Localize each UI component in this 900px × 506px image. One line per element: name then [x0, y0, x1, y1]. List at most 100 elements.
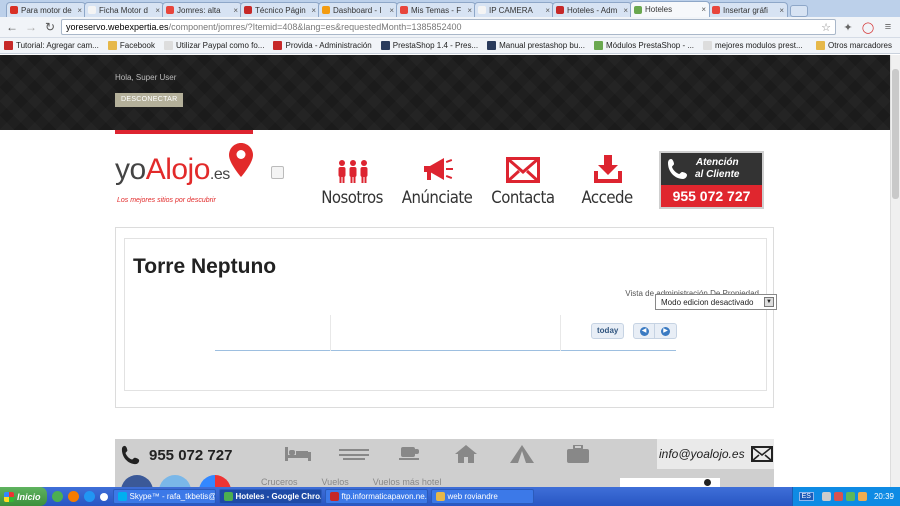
tray-network-icon[interactable]	[845, 492, 855, 501]
footer-email[interactable]: info@yoalojo.es	[657, 439, 774, 469]
tab-close-icon[interactable]: ×	[233, 6, 238, 15]
bookmark-item[interactable]: Facebook	[107, 41, 155, 50]
tab-close-icon[interactable]: ×	[701, 5, 706, 14]
browser-tab[interactable]: Insertar gráfi ×	[708, 2, 788, 17]
taskbar-window-button[interactable]: web roviandre	[430, 489, 534, 504]
luggage-icon[interactable]	[563, 445, 593, 463]
bookmark-item[interactable]: Tutorial: Agregar cam...	[4, 41, 99, 50]
url-path: /component/jomres/?Itemid=408&lang=es&re…	[168, 22, 462, 32]
calendar-today-button[interactable]: today	[591, 323, 625, 339]
tab-favicon-icon	[322, 6, 330, 14]
nav-item-nosotros[interactable]: Nosotros	[310, 153, 395, 208]
chrome-icon[interactable]	[51, 491, 63, 502]
bookmark-item[interactable]: mejores modulos prest...	[703, 41, 803, 50]
nav-item-accede[interactable]: Accede	[565, 153, 650, 208]
bed-icon[interactable]	[283, 445, 313, 463]
bookmark-item[interactable]: Módulos PrestaShop - ...	[593, 41, 694, 50]
bookmark-item[interactable]: PrestaShop 1.4 - Pres...	[380, 41, 478, 50]
calendar-next-button[interactable]: ▶	[655, 323, 677, 339]
bookmark-favicon-icon	[703, 41, 713, 50]
nav-label: Anúnciate	[402, 188, 473, 208]
tab-close-icon[interactable]: ×	[545, 6, 550, 15]
browser-tab[interactable]: Dashboard - I ×	[318, 2, 398, 17]
google-icon[interactable]	[199, 475, 231, 487]
tent-icon[interactable]	[507, 445, 537, 463]
tab-close-icon[interactable]: ×	[155, 6, 160, 15]
extension-icon[interactable]: ✦	[840, 19, 856, 35]
tray-antivirus-icon[interactable]	[833, 492, 843, 501]
phone-icon	[121, 445, 140, 465]
firefox-icon[interactable]	[67, 491, 79, 502]
footer-link-vuelos-hotel[interactable]: Vuelos más hotel	[373, 477, 442, 487]
browser-tab[interactable]: Jomres: alta ×	[162, 2, 242, 17]
taskbar-window-button[interactable]: ftp.informaticapavon.ne...	[324, 489, 428, 504]
property-title: Torre Neptuno	[133, 255, 277, 278]
menu-icon[interactable]: ≡	[880, 19, 896, 35]
tab-label: Mis Temas - F	[411, 5, 462, 15]
reload-icon[interactable]: ↻	[42, 19, 58, 35]
start-button[interactable]: Inicio	[0, 487, 47, 506]
ie-icon[interactable]	[83, 491, 95, 502]
tab-close-icon[interactable]: ×	[623, 6, 628, 15]
other-bookmarks[interactable]: Otros marcadores	[815, 41, 892, 50]
page-scrollbar[interactable]	[890, 55, 900, 487]
nav-label: Accede	[581, 188, 634, 208]
browser-tab[interactable]: Ficha Motor d ×	[84, 2, 164, 17]
tray-volume-icon[interactable]	[857, 492, 867, 501]
people-icon	[338, 160, 367, 183]
forward-arrow-icon[interactable]: →	[23, 19, 39, 35]
browser-tab[interactable]: IP CAMERA ×	[474, 2, 554, 17]
tray-arrow-icon[interactable]	[821, 492, 831, 501]
browser-tab[interactable]: Hoteles - Adm ×	[552, 2, 632, 17]
nav-item-anunciate[interactable]: Anúnciate	[395, 153, 480, 208]
tab-favicon-icon	[556, 6, 564, 14]
user-greeting: Hola, Super User	[115, 73, 177, 82]
footer-phone-number: 955 072 727	[149, 446, 233, 464]
nav-item-contacta[interactable]: Contacta	[480, 153, 565, 208]
coffee-icon[interactable]	[395, 445, 425, 463]
back-arrow-icon[interactable]: ←	[4, 19, 20, 35]
address-bar[interactable]: yoreservo.webexpertia.es /component/jomr…	[61, 19, 836, 35]
bookmark-item[interactable]: Manual prestashop bu...	[487, 41, 585, 50]
scrollbar-thumb[interactable]	[892, 69, 899, 199]
twitter-icon[interactable]	[159, 475, 191, 487]
bookmark-item[interactable]: Provida - Administración	[273, 41, 372, 50]
calendar-prev-button[interactable]: ◀	[633, 323, 655, 339]
new-tab-button[interactable]	[790, 5, 808, 17]
language-indicator[interactable]: ES	[798, 492, 814, 501]
tab-close-icon[interactable]: ×	[467, 6, 472, 15]
site-logo[interactable]: yoAlojo.es Los mejores sitios por descub…	[115, 143, 265, 209]
browser-tab[interactable]: Técnico Págin ×	[240, 2, 320, 17]
tab-close-icon[interactable]: ×	[311, 6, 316, 15]
bookmark-star-icon[interactable]: ☆	[821, 21, 831, 34]
bookmark-label: Provida - Administración	[285, 41, 372, 50]
tab-close-icon[interactable]: ×	[389, 6, 394, 15]
customer-service-box[interactable]: Atención al Cliente 955 072 727	[659, 151, 764, 209]
nav-label: Contacta	[490, 188, 555, 208]
browser-tab[interactable]: Hoteles ×	[630, 1, 710, 17]
tab-close-icon[interactable]: ×	[779, 6, 784, 15]
footer-link-cruceros[interactable]: Cruceros	[261, 477, 298, 487]
footer-link-vuelos[interactable]: Vuelos	[322, 477, 349, 487]
windows-flag-icon	[4, 491, 14, 502]
tab-close-icon[interactable]: ×	[77, 6, 82, 15]
logo-wordmark: yoAlojo.es	[115, 153, 230, 187]
edit-mode-select[interactable]: Modo edicion desactivado ▼	[655, 294, 777, 310]
home-icon[interactable]	[451, 445, 481, 463]
lock-icon[interactable]	[271, 166, 284, 179]
taskbar-window-button[interactable]: Hoteles - Google Chro...	[218, 489, 322, 504]
tab-favicon-icon	[88, 6, 96, 14]
bookmark-favicon-icon	[380, 41, 390, 50]
opera-extension-icon[interactable]: ◯	[860, 19, 876, 35]
browser-tab[interactable]: Mis Temas - F ×	[396, 2, 476, 17]
facebook-icon[interactable]	[121, 475, 153, 487]
expand-icon[interactable]	[99, 492, 108, 501]
logout-button[interactable]: DESCONECTAR	[115, 93, 184, 107]
browser-tab[interactable]: Para motor de ×	[6, 2, 86, 17]
taskbar-window-label: ftp.informaticapavon.ne...	[341, 492, 428, 501]
tab-favicon-icon	[478, 6, 486, 14]
restaurant-icon[interactable]	[339, 445, 369, 463]
bookmark-item[interactable]: Utilizar Paypal como fo...	[164, 41, 264, 50]
taskbar-window-button[interactable]: Skype™ - rafa_tkbetis@...	[112, 489, 216, 504]
customer-service-line2: al Cliente	[695, 169, 740, 180]
